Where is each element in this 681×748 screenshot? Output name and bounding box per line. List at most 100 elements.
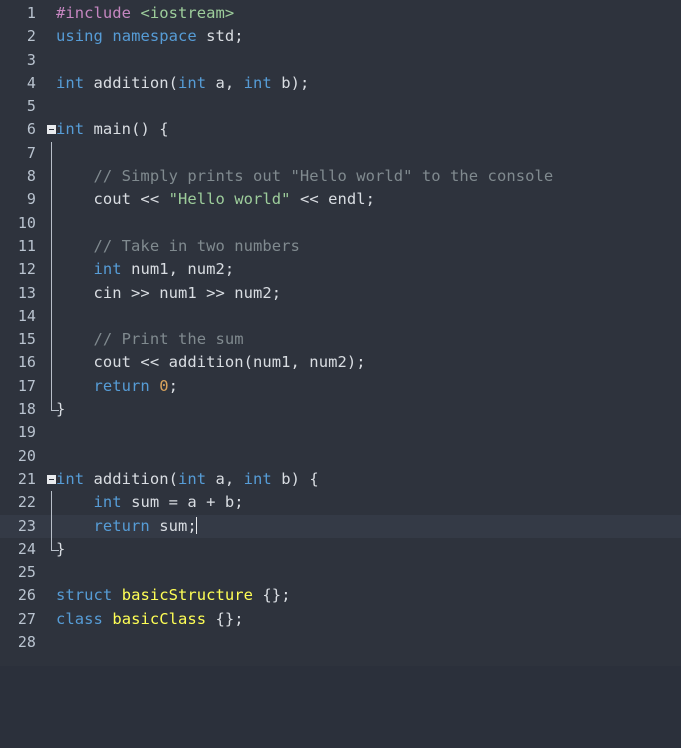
token-identifier: a, xyxy=(206,73,244,92)
code-line[interactable]: 22 int sum = a + b; xyxy=(0,491,681,515)
fold-guide-line xyxy=(51,234,52,259)
code-line[interactable]: 18 } xyxy=(0,398,681,421)
token-string: "Hello world" xyxy=(168,190,291,209)
token-preprocessor: #include xyxy=(56,4,132,22)
line-number: 5 xyxy=(26,97,36,116)
code-line[interactable]: 20 xyxy=(0,445,681,468)
code-line[interactable]: 3 xyxy=(0,49,681,72)
code-line[interactable]: 25 xyxy=(0,561,681,584)
token-keyword: return xyxy=(56,516,150,535)
token-keyword: int xyxy=(56,260,122,279)
line-content: return sum; xyxy=(56,515,198,538)
fold-guide-line xyxy=(51,165,52,189)
fold-guide-line xyxy=(51,328,52,352)
token-punctuation: {}; xyxy=(253,586,291,605)
fold-column xyxy=(44,211,60,235)
line-number: 28 xyxy=(17,633,36,652)
code-line[interactable]: 7 xyxy=(0,141,681,166)
line-content: } xyxy=(56,539,66,558)
line-number: 11 xyxy=(17,236,36,255)
token-keyword: int xyxy=(177,469,207,488)
line-content: // Take in two numbers xyxy=(56,236,300,255)
line-content: #include <iostream> xyxy=(56,2,234,25)
token-keyword: int xyxy=(56,493,122,512)
code-lines-container[interactable]: 1 #include <iostream> 2 using namespace … xyxy=(0,0,681,666)
token-keyword: using xyxy=(56,27,103,46)
fold-guide-line xyxy=(51,211,52,235)
fold-guide-line xyxy=(51,304,52,329)
code-line[interactable]: 8 // Simply prints out "Hello world" to … xyxy=(0,165,681,189)
line-content: return 0; xyxy=(56,375,178,398)
code-line[interactable]: 10 xyxy=(0,211,681,235)
line-number: 15 xyxy=(17,330,36,349)
line-content: int addition(int a, int b) { xyxy=(56,468,319,491)
token-number: 0 xyxy=(159,376,169,395)
line-content: int addition(int a, int b); xyxy=(56,72,309,95)
line-content: cout << "Hello world" << endl; xyxy=(56,188,375,211)
fold-guide-line xyxy=(51,351,52,375)
line-number: 1 xyxy=(26,4,36,22)
code-line-current[interactable]: 23 return sum; xyxy=(0,514,681,538)
code-line[interactable]: 24 } xyxy=(0,537,681,561)
token-header: <iostream> xyxy=(140,4,235,22)
token-keyword: struct xyxy=(56,586,113,605)
code-line[interactable]: 4 int addition(int a, int b); xyxy=(0,72,681,95)
token-keyword: int xyxy=(243,469,272,488)
fold-guide-line xyxy=(51,141,52,166)
token-keyword: int xyxy=(56,120,85,139)
line-content: // Print the sum xyxy=(56,330,244,349)
fold-column xyxy=(44,95,60,118)
token-punctuation: {}; xyxy=(206,609,244,628)
line-number: 6 xyxy=(26,120,36,139)
token-keyword: int xyxy=(56,469,85,488)
line-number: 24 xyxy=(17,539,36,558)
code-line[interactable]: 14 xyxy=(0,304,681,329)
code-line[interactable]: 19 xyxy=(0,421,681,444)
line-number: 17 xyxy=(17,376,36,395)
line-number: 27 xyxy=(17,609,36,628)
token-identifier: << endl; xyxy=(290,190,375,209)
token-identifier: addition( xyxy=(84,469,178,488)
code-line[interactable]: 12 int num1, num2; xyxy=(0,258,681,282)
code-line[interactable]: 16 cout << addition(num1, num2); xyxy=(0,351,681,375)
code-line[interactable]: 5 xyxy=(0,95,681,118)
fold-collapse-icon[interactable] xyxy=(47,474,56,484)
line-number: 8 xyxy=(26,167,36,186)
code-line[interactable]: 27 class basicClass {}; xyxy=(0,608,681,631)
line-content: cout << addition(num1, num2); xyxy=(56,353,366,372)
fold-collapse-icon[interactable] xyxy=(47,125,56,135)
token-identifier: std; xyxy=(206,27,244,46)
line-content: int sum = a + b; xyxy=(56,491,244,514)
code-line[interactable]: 26 struct basicStructure {}; xyxy=(0,584,681,607)
line-content: class basicClass {}; xyxy=(56,608,244,631)
code-line[interactable]: 1 #include <iostream> xyxy=(0,2,681,25)
code-line[interactable]: 11 // Take in two numbers xyxy=(0,234,681,259)
token-keyword: int xyxy=(243,73,272,92)
line-number: 23 xyxy=(17,516,36,535)
fold-column xyxy=(44,445,60,468)
text-cursor xyxy=(196,516,198,534)
code-line[interactable]: 15 // Print the sum xyxy=(0,328,681,352)
fold-guide-line xyxy=(51,514,52,538)
code-line[interactable]: 13 cin >> num1 >> num2; xyxy=(0,281,681,305)
code-line[interactable]: 17 return 0; xyxy=(0,374,681,399)
code-line[interactable]: 6 int main() { xyxy=(0,118,681,141)
code-line[interactable]: 2 using namespace std; xyxy=(0,25,681,48)
code-line[interactable]: 21 int addition(int a, int b) { xyxy=(0,468,681,491)
code-line[interactable]: 9 cout << "Hello world" << endl; xyxy=(0,188,681,212)
code-line[interactable]: 28 xyxy=(0,631,681,654)
line-content: } xyxy=(56,400,66,419)
line-number: 3 xyxy=(26,50,36,69)
token-keyword: int xyxy=(56,73,85,92)
line-number: 18 xyxy=(17,400,36,419)
fold-guide-line xyxy=(51,374,52,399)
line-number: 13 xyxy=(17,283,36,302)
token-identifier: sum = a + b; xyxy=(121,493,244,512)
code-editor[interactable]: 1 #include <iostream> 2 using namespace … xyxy=(0,0,681,666)
token-keyword: namespace xyxy=(112,27,197,46)
token-type-name: basicStructure xyxy=(121,586,254,605)
line-number: 7 xyxy=(26,143,36,162)
token-keyword: return xyxy=(56,376,150,395)
